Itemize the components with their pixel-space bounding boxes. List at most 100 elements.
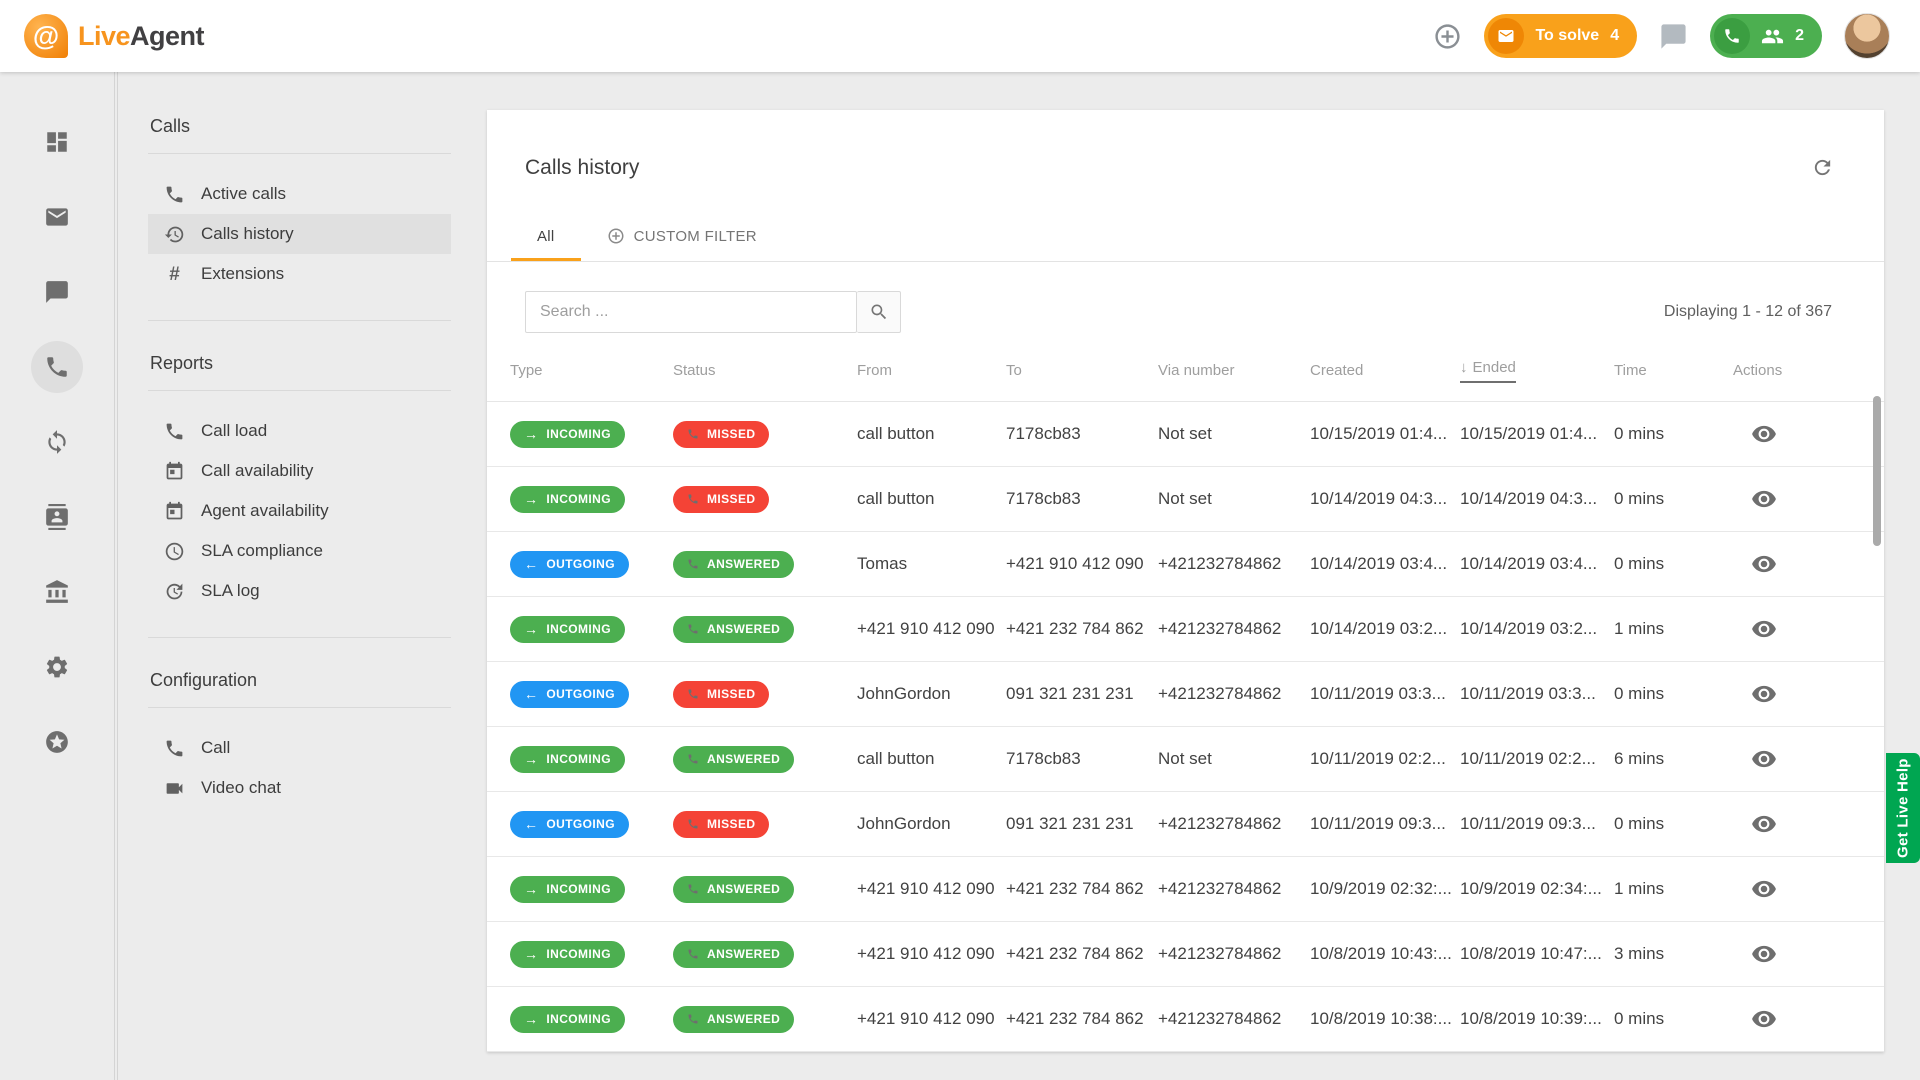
add-new-button[interactable]: [1433, 22, 1462, 51]
to-cell: +421 232 784 862: [1006, 1009, 1158, 1029]
view-call-button[interactable]: [1751, 681, 1777, 707]
sidebar-item-agent-availability[interactable]: Agent availability: [148, 491, 451, 531]
sidebar-item-call[interactable]: Call: [148, 728, 451, 768]
hash-icon: #: [164, 264, 185, 285]
from-cell: call button: [857, 749, 1006, 769]
created-cell: 10/9/2019 02:32:...: [1310, 879, 1460, 899]
brand-live-text: Live: [78, 21, 130, 51]
rail-settings-button[interactable]: [31, 641, 83, 693]
column-header-to[interactable]: To: [1006, 362, 1158, 379]
sidebar-item-extensions[interactable]: # Extensions: [148, 254, 451, 294]
user-avatar[interactable]: [1844, 13, 1890, 59]
topbar: @ LiveAgent To solve 4 2: [0, 0, 1920, 72]
rail-business-button[interactable]: [31, 566, 83, 618]
status-badge: ANSWERED: [673, 1006, 794, 1033]
call-row[interactable]: →INCOMINGMISSEDcall button7178cb83Not se…: [487, 402, 1884, 467]
view-call-button[interactable]: [1751, 1006, 1777, 1032]
eye-icon: [1751, 876, 1777, 902]
view-call-button[interactable]: [1751, 616, 1777, 642]
calls-phone-icon-wrap: [1714, 18, 1750, 54]
type-badge: →INCOMING: [510, 1006, 625, 1033]
calls-count: 2: [1795, 27, 1804, 45]
search-input[interactable]: [525, 291, 857, 333]
status-badge: ANSWERED: [673, 746, 794, 773]
created-cell: 10/8/2019 10:43:...: [1310, 944, 1460, 964]
view-call-button[interactable]: [1751, 746, 1777, 772]
sidebar-item-call-availability[interactable]: Call availability: [148, 451, 451, 491]
arrow-right-icon: →: [524, 622, 538, 636]
sidebar-item-label: Extensions: [201, 264, 284, 284]
time-cell: 0 mins: [1614, 489, 1733, 509]
get-live-help-tab[interactable]: Get Live Help: [1886, 753, 1920, 863]
brand-agent-text: Agent: [130, 21, 204, 51]
sidebar-item-sla-log[interactable]: SLA log: [148, 571, 451, 611]
sidebar-item-video-chat[interactable]: Video chat: [148, 768, 451, 808]
column-header-ended[interactable]: ↓Ended: [1460, 359, 1614, 383]
call-row[interactable]: ←OUTGOINGANSWEREDTomas+421 910 412 090+4…: [487, 532, 1884, 597]
call-row[interactable]: ←OUTGOINGMISSEDJohnGordon091 321 231 231…: [487, 792, 1884, 857]
rail-mail-button[interactable]: [31, 191, 83, 243]
to-solve-mail-icon-wrap: [1488, 18, 1524, 54]
view-call-button[interactable]: [1751, 486, 1777, 512]
rail-stars-button[interactable]: [31, 716, 83, 768]
via-number-cell: Not set: [1158, 424, 1310, 444]
brand-logo[interactable]: @ LiveAgent: [24, 14, 204, 58]
section-divider: [148, 153, 451, 154]
sidebar-item-label: Video chat: [201, 778, 281, 798]
call-row[interactable]: →INCOMINGANSWEREDcall button7178cb83Not …: [487, 727, 1884, 792]
view-call-button[interactable]: [1751, 941, 1777, 967]
sidebar-item-sla-compliance[interactable]: SLA compliance: [148, 531, 451, 571]
rail-contacts-button[interactable]: [31, 491, 83, 543]
search-button[interactable]: [857, 291, 901, 333]
dashboard-icon: [44, 129, 70, 155]
chat-icon: [1659, 22, 1688, 51]
view-call-button[interactable]: [1751, 876, 1777, 902]
call-row[interactable]: →INCOMINGANSWERED+421 910 412 090+421 23…: [487, 987, 1884, 1052]
chats-button[interactable]: [1659, 22, 1688, 51]
column-header-type[interactable]: Type: [510, 362, 673, 379]
tab-custom-filter[interactable]: CUSTOM FILTER: [581, 214, 783, 261]
column-header-created[interactable]: Created: [1310, 362, 1460, 379]
sidebar-section-reports: Reports Call loadCall availabilityAgent a…: [148, 320, 451, 611]
call-row[interactable]: →INCOMINGANSWERED+421 910 412 090+421 23…: [487, 857, 1884, 922]
call-row[interactable]: →INCOMINGANSWERED+421 910 412 090+421 23…: [487, 597, 1884, 662]
rail-chat-button[interactable]: [31, 266, 83, 318]
time-cell: 0 mins: [1614, 424, 1733, 444]
rail-dashboard-button[interactable]: [31, 116, 83, 168]
sidebar-item-call-load[interactable]: Call load: [148, 411, 451, 451]
type-badge: →INCOMING: [510, 746, 625, 773]
column-header-from[interactable]: From: [857, 362, 1006, 379]
section-title: Reports: [148, 353, 451, 374]
call-row[interactable]: →INCOMINGMISSEDcall button7178cb83Not se…: [487, 467, 1884, 532]
calendar-icon: [164, 501, 185, 522]
to-solve-pill[interactable]: To solve 4: [1484, 14, 1637, 58]
scrollbar-thumb[interactable]: [1873, 396, 1881, 546]
section-title: Configuration: [148, 670, 451, 691]
phone-icon: [687, 948, 699, 960]
time-cell: 6 mins: [1614, 749, 1733, 769]
active-calls-pill[interactable]: 2: [1710, 14, 1822, 58]
column-header-actions[interactable]: Actions: [1733, 362, 1884, 379]
view-call-button[interactable]: [1751, 811, 1777, 837]
tab-all[interactable]: All: [511, 214, 581, 261]
sidebar-item-active-calls[interactable]: Active calls: [148, 174, 451, 214]
type-badge: →INCOMING: [510, 421, 625, 448]
call-row[interactable]: ←OUTGOINGMISSEDJohnGordon091 321 231 231…: [487, 662, 1884, 727]
tab-custom-filter-label: CUSTOM FILTER: [634, 228, 757, 245]
refresh-button[interactable]: [1811, 156, 1834, 179]
view-call-button[interactable]: [1751, 421, 1777, 447]
call-row[interactable]: →INCOMINGANSWERED+421 910 412 090+421 23…: [487, 922, 1884, 987]
created-cell: 10/15/2019 01:4...: [1310, 424, 1460, 444]
rail-sync-button[interactable]: [31, 416, 83, 468]
sidebar-item-calls-history[interactable]: Calls history: [148, 214, 451, 254]
rail-phone-button[interactable]: [31, 341, 83, 393]
column-header-time[interactable]: Time: [1614, 362, 1733, 379]
section-title: Calls: [148, 116, 451, 137]
ended-cell: 10/8/2019 10:47:...: [1460, 944, 1614, 964]
column-header-status[interactable]: Status: [673, 362, 857, 379]
column-header-via-number[interactable]: Via number: [1158, 362, 1310, 379]
table-scrollbar[interactable]: [1872, 394, 1882, 1050]
via-number-cell: +421232784862: [1158, 1009, 1310, 1029]
view-call-button[interactable]: [1751, 551, 1777, 577]
arrow-right-icon: →: [524, 947, 538, 961]
